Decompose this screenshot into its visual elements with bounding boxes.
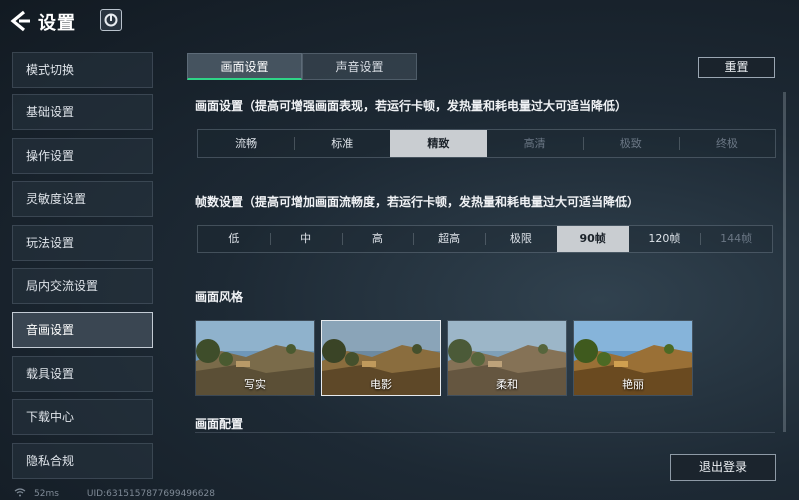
wifi-icon xyxy=(14,488,26,500)
sidebar-item-audio-video[interactable]: 音画设置 xyxy=(12,312,153,348)
page-title: 设置 xyxy=(38,13,76,34)
sidebar-item-controls[interactable]: 操作设置 xyxy=(12,138,153,174)
sidebar-item-basic[interactable]: 基础设置 xyxy=(12,94,153,130)
header: 设置 xyxy=(0,0,799,42)
style-label: 写实 xyxy=(244,378,266,391)
back-arrow-icon[interactable] xyxy=(8,8,34,34)
logout-button[interactable]: 退出登录 xyxy=(670,454,776,481)
tab-bar: 画面设置 声音设置 xyxy=(187,53,417,80)
style-option-realistic[interactable]: 写实 xyxy=(195,320,315,396)
uid-text: UID:6315157877699496628 xyxy=(86,489,215,499)
quality-option-disabled[interactable]: 终极 xyxy=(678,130,775,157)
config-title: 画面配置 xyxy=(195,417,244,431)
quality-option-selected[interactable]: 精致 xyxy=(390,130,487,157)
graphics-quality-title: 画面设置（提高可增强画面表现，若运行卡顿，发热量和耗电量过大可适当降低） xyxy=(195,99,628,113)
style-label: 电影 xyxy=(370,378,392,391)
quality-option-disabled[interactable]: 极致 xyxy=(582,130,679,157)
framerate-option-disabled[interactable]: 144帧 xyxy=(700,226,772,252)
style-option-vivid[interactable]: 艳丽 xyxy=(573,320,693,396)
tab-sound[interactable]: 声音设置 xyxy=(302,53,417,80)
sidebar-item-privacy[interactable]: 隐私合规 xyxy=(12,443,153,479)
framerate-option[interactable]: 高 xyxy=(341,226,414,252)
framerate-option[interactable]: 中 xyxy=(269,226,342,252)
sidebar-item-communication[interactable]: 局内交流设置 xyxy=(12,268,153,304)
sidebar-item-download[interactable]: 下载中心 xyxy=(12,399,153,435)
ping-value: 52ms xyxy=(34,489,59,499)
scrollbar[interactable] xyxy=(783,92,786,432)
game-logo-icon xyxy=(100,9,122,31)
framerate-title: 帧数设置（提高可增加画面流畅度，若运行卡顿，发热量和耗电量过大可适当降低） xyxy=(195,195,640,209)
framerate-option[interactable]: 超高 xyxy=(413,226,485,252)
framerate-selector: 低 中 高 超高 极限 90帧 120帧 144帧 xyxy=(197,225,773,253)
quality-option[interactable]: 标准 xyxy=(294,130,390,157)
divider xyxy=(195,432,775,433)
framerate-option[interactable]: 120帧 xyxy=(629,226,701,252)
quality-option[interactable]: 流畅 xyxy=(198,130,294,157)
tab-graphics[interactable]: 画面设置 xyxy=(187,53,302,80)
status-bar: 52ms UID:6315157877699496628 xyxy=(14,488,215,500)
sidebar-item-vehicle[interactable]: 载具设置 xyxy=(12,356,153,392)
sidebar-item-mode-switch[interactable]: 模式切换 xyxy=(12,52,153,88)
style-label: 艳丽 xyxy=(622,378,644,391)
graphics-quality-selector: 流畅 标准 精致 高清 极致 终极 xyxy=(197,129,776,158)
quality-option-disabled[interactable]: 高清 xyxy=(487,130,583,157)
framerate-option[interactable]: 极限 xyxy=(485,226,557,252)
framerate-option[interactable]: 低 xyxy=(198,226,270,252)
sidebar-item-gameplay[interactable]: 玩法设置 xyxy=(12,225,153,261)
style-label: 柔和 xyxy=(496,378,518,391)
style-selector: 写实 电影 柔和 艳丽 xyxy=(195,320,693,396)
reset-button[interactable]: 重置 xyxy=(698,57,775,78)
style-option-soft[interactable]: 柔和 xyxy=(447,320,567,396)
framerate-option-selected[interactable]: 90帧 xyxy=(556,226,629,252)
style-title: 画面风格 xyxy=(195,290,244,304)
style-option-cinematic[interactable]: 电影 xyxy=(321,320,441,396)
sidebar-item-sensitivity[interactable]: 灵敏度设置 xyxy=(12,181,153,217)
